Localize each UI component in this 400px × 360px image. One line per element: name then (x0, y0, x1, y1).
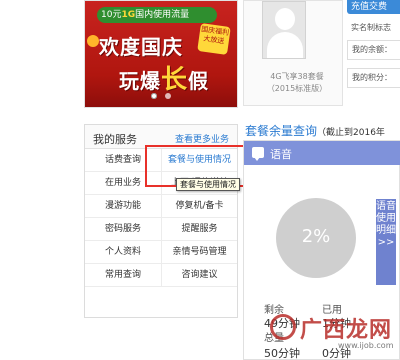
watermark-url: www.ijob.com (338, 341, 394, 350)
service-personal-info[interactable]: 个人资料 (85, 241, 161, 263)
balance-section-title: 套餐余量查询（截止到2016年 (245, 124, 385, 138)
total-value: 50分钟 (264, 347, 300, 360)
watermark-text: 广西龙网 (300, 318, 393, 343)
carousel-dots (85, 84, 237, 103)
service-package-usage[interactable]: 套餐与使用情况 (161, 149, 237, 171)
services-title: 我的服务 (93, 133, 137, 146)
service-bill-query[interactable]: 话费查询 (85, 149, 161, 171)
tab-voice-label: 语音 (270, 148, 292, 161)
voice-details-link[interactable]: 语音使用明细>> (376, 199, 396, 285)
my-services-panel: 我的服务 查看更多业务 话费查询 套餐与使用情况 在用业务 上网/通信详单 漫游… (84, 124, 238, 318)
avatar-body-shape (267, 32, 303, 58)
services-row: 密码服务 提醒服务 (85, 218, 237, 241)
service-family-numbers[interactable]: 亲情号码管理 (161, 241, 237, 263)
services-header: 我的服务 查看更多业务 (85, 125, 237, 149)
promo-banner[interactable]: 10元1G国内使用流量 欢度国庆 玩爆长假 国庆福利大放送 (84, 0, 238, 108)
service-feedback[interactable]: 咨询建议 (161, 264, 237, 286)
carousel-dot-2[interactable] (164, 93, 171, 99)
plan-version: （2015标准版） (266, 84, 328, 93)
services-row: 漫游功能 停复机/备卡 (85, 195, 237, 218)
tab-voice[interactable]: 语音 (244, 141, 400, 165)
banner-badge: 国庆福利大放送 (197, 23, 231, 55)
service-active-business[interactable]: 在用业务 (85, 172, 161, 194)
service-reminders[interactable]: 提醒服务 (161, 218, 237, 240)
avatar-head-shape (275, 8, 295, 30)
more-services-link[interactable]: 查看更多业务 (175, 132, 229, 145)
usage-percent: 2% (301, 226, 331, 247)
usage-gauge: 2% (276, 198, 356, 278)
services-row: 个人资料 亲情号码管理 (85, 241, 237, 264)
recharge-button[interactable]: 充值交费 (347, 0, 400, 14)
banner-tag: 10元1G国内使用流量 (97, 7, 217, 23)
service-suspend-sim[interactable]: 停复机/备卡 (161, 195, 237, 217)
speech-bubble-icon (252, 147, 264, 161)
service-roaming[interactable]: 漫游功能 (85, 195, 161, 217)
lantern-icon (87, 35, 99, 47)
watermark-logo-icon (270, 314, 296, 340)
profile-card: 4G飞享38套餐 （2015标准版） (243, 0, 343, 106)
services-row: 话费查询 套餐与使用情况 (85, 149, 237, 172)
account-sidebar: 充值交费 实名制标志 我的余额： 我的积分： (347, 0, 400, 106)
points-link[interactable]: 我的积分： (347, 68, 400, 88)
balance-link[interactable]: 我的余额： (347, 40, 400, 60)
avatar (262, 1, 306, 59)
link-tooltip: 套餐与使用情况 (176, 178, 240, 191)
services-row: 常用查询 咨询建议 (85, 264, 237, 287)
services-grid: 话费查询 套餐与使用情况 在用业务 上网/通信详单 漫游功能 停复机/备卡 密码… (85, 149, 237, 287)
service-common-query[interactable]: 常用查询 (85, 264, 161, 286)
banner-headline-1: 欢度国庆 (99, 35, 183, 59)
carousel-dot-1[interactable] (151, 93, 158, 99)
service-password[interactable]: 密码服务 (85, 218, 161, 240)
real-name-label: 实名制标志 (351, 23, 391, 32)
plan-name: 4G飞享38套餐 (270, 72, 324, 81)
